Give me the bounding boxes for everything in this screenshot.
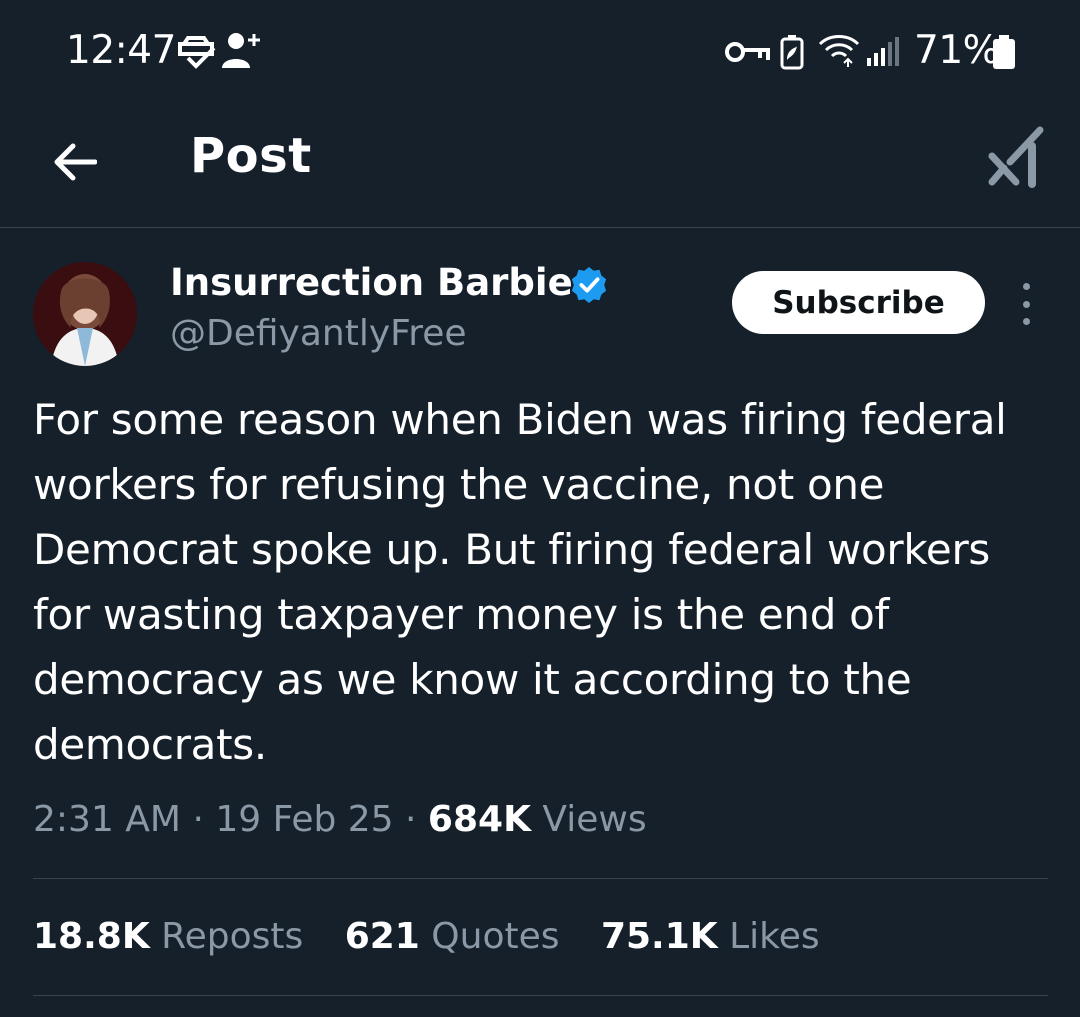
views-count: 684K	[427, 799, 531, 840]
more-options-button[interactable]	[1012, 283, 1040, 325]
arrow-left-icon	[54, 143, 97, 181]
grok-icon	[988, 126, 1044, 188]
views-label: Views	[542, 799, 647, 840]
meta-separator: ·	[192, 799, 216, 840]
quotes-count: 621	[344, 916, 420, 957]
likes-label: Likes	[729, 916, 820, 957]
carplay-icon	[178, 36, 216, 69]
person-add-icon	[222, 33, 260, 68]
more-dot	[1022, 318, 1030, 325]
quotes-label: Quotes	[431, 916, 560, 957]
post-time[interactable]: 2:31 AM	[33, 799, 181, 840]
more-dot	[1022, 300, 1030, 308]
divider	[33, 995, 1048, 996]
back-button[interactable]	[44, 132, 104, 192]
meta-separator: ·	[405, 799, 428, 840]
screen: 12:47 71% Post Insurrection Barbie @Defi…	[0, 0, 1080, 1017]
post-meta: 2:31 AM · 19 Feb 25 · 684K Views	[33, 799, 647, 840]
grok-button[interactable]	[986, 124, 1048, 194]
battery-saver-icon	[780, 35, 804, 70]
signal-icon	[867, 37, 899, 66]
battery-icon	[993, 35, 1015, 69]
wifi-icon	[818, 35, 860, 67]
likes-count: 75.1K	[600, 916, 718, 957]
reposts-label: Reposts	[161, 916, 304, 957]
post-date[interactable]: 19 Feb 25	[215, 799, 393, 840]
likes-stat[interactable]: 75.1K Likes	[601, 916, 820, 957]
reposts-stat[interactable]: 18.8K Reposts	[33, 916, 303, 957]
status-bar: 12:47 71%	[0, 0, 1080, 104]
author-handle[interactable]: @DefiyantlyFree	[170, 313, 467, 354]
subscribe-button[interactable]: Subscribe	[732, 271, 985, 334]
verified-badge-icon	[571, 266, 607, 304]
divider	[33, 878, 1048, 879]
engagement-stats: 18.8K Reposts 621 Quotes 75.1K Likes	[33, 916, 850, 957]
author-avatar[interactable]	[33, 262, 137, 366]
vpn-key-icon	[725, 42, 770, 62]
page-title: Post	[190, 128, 312, 184]
post-text: For some reason when Biden was firing fe…	[33, 395, 1007, 769]
battery-percent: 71%	[914, 28, 1000, 73]
author-name[interactable]: Insurrection Barbie	[170, 261, 573, 304]
more-dot	[1022, 283, 1030, 290]
quotes-stat[interactable]: 621 Quotes	[345, 916, 560, 957]
status-time: 12:47	[66, 28, 176, 73]
reposts-count: 18.8K	[33, 916, 150, 957]
top-app-bar: Post	[0, 104, 1080, 228]
avatar-image	[33, 262, 137, 366]
